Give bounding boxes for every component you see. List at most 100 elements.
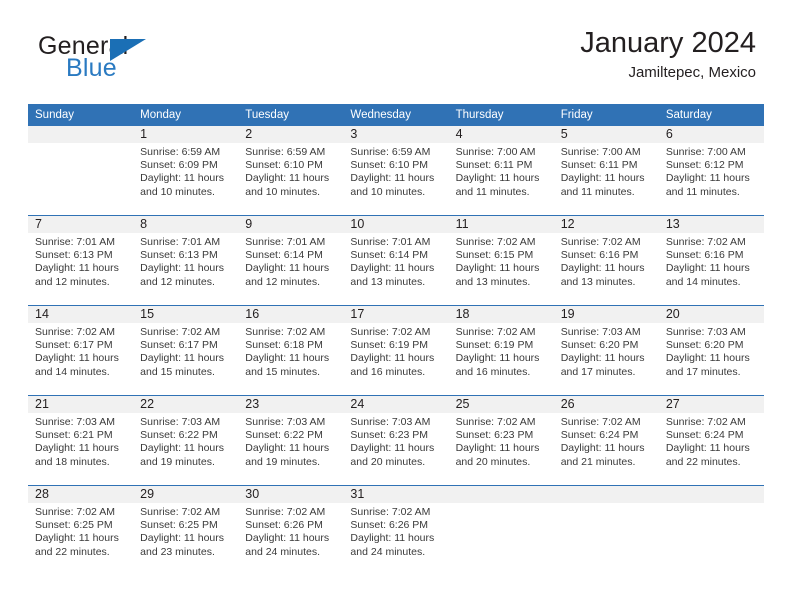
sunrise-text: Sunrise: 7:03 AM — [140, 416, 221, 428]
page-header: General Blue January 2024 Jamiltepec, Me… — [28, 26, 764, 92]
day-details: Sunrise: 6:59 AM Sunset: 6:09 PM Daylight:… — [133, 143, 238, 199]
daylight-text-line1: Daylight: 11 hours — [245, 352, 330, 365]
day-number: 9 — [238, 216, 344, 233]
daylight-text-line2: and 15 minutes. — [140, 365, 215, 378]
daylight-text-line2: and 20 minutes. — [455, 455, 531, 468]
calendar-day-cell[interactable]: 4 Sunrise: 7:00 AM Sunset: 6:11 PM Daylight… — [448, 126, 554, 216]
logo-text-blue: Blue — [66, 54, 117, 82]
calendar-day-cell[interactable]: 24 Sunrise: 7:03 AM Sunset: 6:23 PM Dayligh… — [343, 395, 449, 486]
calendar-day-cell[interactable]: 6 Sunrise: 7:00 AM Sunset: 6:12 PM Daylight… — [658, 126, 764, 216]
weekday-header-sunday: Sunday — [28, 104, 134, 126]
calendar-day-cell[interactable]: 16 Sunrise: 7:02 AM Sunset: 6:18 PM Dayligh… — [238, 305, 344, 396]
calendar-page: General Blue January 2024 Jamiltepec, Me… — [0, 0, 792, 612]
calendar-day-cell[interactable]: 23 Sunrise: 7:03 AM Sunset: 6:22 PM Dayligh… — [238, 395, 344, 486]
day-number: 8 — [133, 216, 239, 233]
sunrise-text: Sunrise: 7:02 AM — [140, 506, 221, 518]
day-cell-inner: 22 Sunrise: 7:03 AM Sunset: 6:22 PM Dayligh… — [133, 396, 239, 485]
daylight-text-line1: Daylight: 11 hours — [665, 172, 750, 185]
calendar-day-cell[interactable]: 25 Sunrise: 7:02 AM Sunset: 6:23 PM Dayligh… — [448, 395, 554, 486]
day-cell-inner: 18 Sunrise: 7:02 AM Sunset: 6:19 PM Dayligh… — [448, 306, 554, 395]
daylight-text-line1: Daylight: 11 hours — [35, 262, 119, 275]
calendar-day-cell[interactable]: 20 Sunrise: 7:03 AM Sunset: 6:20 PM Dayligh… — [658, 305, 764, 396]
calendar-day-cell[interactable]: 3 Sunrise: 6:59 AM Sunset: 6:10 PM Daylight… — [343, 126, 449, 216]
calendar-day-cell[interactable]: 19 Sunrise: 7:03 AM Sunset: 6:20 PM Dayligh… — [553, 305, 659, 396]
sunset-text: Sunset: 6:22 PM — [140, 429, 218, 442]
calendar-day-cell[interactable]: 1 Sunrise: 6:59 AM Sunset: 6:09 PM Daylight… — [133, 126, 239, 216]
calendar-day-cell[interactable]: 30 Sunrise: 7:02 AM Sunset: 6:26 PM Dayligh… — [238, 485, 344, 575]
day-details: Sunrise: 7:02 AM Sunset: 6:18 PM Daylight:… — [238, 323, 343, 379]
sunrise-text: Sunrise: 7:02 AM — [560, 416, 641, 428]
daylight-text-line1: Daylight: 11 hours — [140, 262, 224, 275]
calendar-day-cell[interactable]: 13 Sunrise: 7:02 AM Sunset: 6:16 PM Dayligh… — [658, 215, 764, 306]
sunrise-text: Sunrise: 7:01 AM — [35, 236, 115, 248]
calendar-day-cell[interactable]: 31 Sunrise: 7:02 AM Sunset: 6:26 PM Dayligh… — [343, 485, 449, 575]
day-number: 1 — [133, 126, 239, 143]
sunset-text: Sunset: 6:16 PM — [560, 249, 639, 262]
daylight-text-line1: Daylight: 11 hours — [665, 352, 750, 365]
daylight-text-line2: and 22 minutes. — [665, 455, 741, 468]
sunrise-text: Sunrise: 7:02 AM — [35, 326, 115, 338]
calendar-day-cell[interactable]: 21 Sunrise: 7:03 AM Sunset: 6:21 PM Dayligh… — [28, 395, 134, 486]
calendar-day-cell[interactable]: 29 Sunrise: 7:02 AM Sunset: 6:25 PM Dayligh… — [133, 485, 239, 575]
day-number: 4 — [448, 126, 554, 143]
calendar-day-cell — [28, 126, 134, 216]
sunset-text: Sunset: 6:19 PM — [350, 339, 429, 352]
day-cell-inner: 17 Sunrise: 7:02 AM Sunset: 6:19 PM Dayligh… — [343, 306, 449, 395]
sunrise-text: Sunrise: 6:59 AM — [245, 146, 326, 158]
sunset-text: Sunset: 6:26 PM — [350, 519, 429, 532]
calendar-day-cell[interactable]: 11 Sunrise: 7:02 AM Sunset: 6:15 PM Dayligh… — [448, 215, 554, 306]
day-cell-inner: 7 Sunrise: 7:01 AM Sunset: 6:13 PM Daylight… — [28, 216, 134, 305]
day-details: Sunrise: 7:03 AM Sunset: 6:23 PM Daylight:… — [343, 413, 448, 469]
day-details: Sunrise: 7:02 AM Sunset: 6:25 PM Daylight:… — [28, 503, 133, 559]
sunrise-text: Sunrise: 7:03 AM — [350, 416, 431, 428]
calendar-day-cell[interactable]: 22 Sunrise: 7:03 AM Sunset: 6:22 PM Dayligh… — [133, 395, 239, 486]
weekday-header-monday: Monday — [133, 104, 239, 126]
sunrise-text: Sunrise: 7:02 AM — [455, 236, 536, 248]
daylight-text-line2: and 24 minutes. — [350, 545, 426, 558]
daylight-text-line2: and 12 minutes. — [140, 275, 215, 288]
day-number: 23 — [238, 396, 344, 413]
calendar-day-cell[interactable]: 14 Sunrise: 7:02 AM Sunset: 6:17 PM Dayligh… — [28, 305, 134, 396]
daylight-text-line2: and 17 minutes. — [560, 365, 636, 378]
sunrise-text: Sunrise: 7:03 AM — [35, 416, 115, 428]
sunrise-text: Sunrise: 7:02 AM — [560, 236, 641, 248]
day-number: 12 — [553, 216, 659, 233]
calendar-day-cell[interactable]: 27 Sunrise: 7:02 AM Sunset: 6:24 PM Dayligh… — [658, 395, 764, 486]
sunrise-text: Sunrise: 7:01 AM — [140, 236, 221, 248]
day-number: 7 — [28, 216, 134, 233]
daylight-text-line1: Daylight: 11 hours — [245, 532, 330, 545]
calendar-day-cell[interactable]: 10 Sunrise: 7:01 AM Sunset: 6:14 PM Dayligh… — [343, 215, 449, 306]
weekday-header-tuesday: Tuesday — [238, 104, 344, 126]
title-block: January 2024 Jamiltepec, Mexico — [580, 26, 756, 84]
calendar-day-cell[interactable]: 8 Sunrise: 7:01 AM Sunset: 6:13 PM Daylight… — [133, 215, 239, 306]
page-subtitle: Jamiltepec, Mexico — [628, 64, 756, 81]
day-details: Sunrise: 7:01 AM Sunset: 6:13 PM Daylight:… — [133, 233, 238, 289]
daylight-text-line1: Daylight: 11 hours — [35, 442, 119, 455]
calendar-day-cell[interactable]: 17 Sunrise: 7:02 AM Sunset: 6:19 PM Dayligh… — [343, 305, 449, 396]
day-number: 24 — [343, 396, 449, 413]
day-cell-inner: 21 Sunrise: 7:03 AM Sunset: 6:21 PM Dayligh… — [28, 396, 134, 485]
general-blue-logo[interactable]: General Blue — [38, 32, 258, 90]
day-details: Sunrise: 7:00 AM Sunset: 6:12 PM Daylight:… — [659, 143, 764, 199]
page-title: January 2024 — [580, 27, 756, 59]
day-details: Sunrise: 7:01 AM Sunset: 6:13 PM Daylight:… — [28, 233, 133, 289]
day-cell-inner: 10 Sunrise: 7:01 AM Sunset: 6:14 PM Dayligh… — [343, 216, 449, 305]
calendar-day-cell[interactable]: 9 Sunrise: 7:01 AM Sunset: 6:14 PM Daylight… — [238, 215, 344, 306]
calendar-day-cell[interactable]: 28 Sunrise: 7:02 AM Sunset: 6:25 PM Dayligh… — [28, 485, 134, 575]
sunset-text: Sunset: 6:11 PM — [455, 159, 533, 172]
sunrise-text: Sunrise: 7:03 AM — [665, 326, 746, 338]
calendar-day-cell[interactable]: 5 Sunrise: 7:00 AM Sunset: 6:11 PM Daylight… — [553, 126, 659, 216]
day-number: 5 — [553, 126, 659, 143]
calendar-day-cell[interactable]: 7 Sunrise: 7:01 AM Sunset: 6:13 PM Daylight… — [28, 215, 134, 306]
daylight-text-line1: Daylight: 11 hours — [140, 442, 224, 455]
weekday-header-saturday: Saturday — [658, 104, 764, 126]
calendar-week-row: 7 Sunrise: 7:01 AM Sunset: 6:13 PM Daylight… — [28, 215, 764, 306]
calendar-day-cell[interactable]: 12 Sunrise: 7:02 AM Sunset: 6:16 PM Dayligh… — [553, 215, 659, 306]
day-details: Sunrise: 7:00 AM Sunset: 6:11 PM Daylight:… — [554, 143, 659, 199]
calendar-day-cell[interactable]: 26 Sunrise: 7:02 AM Sunset: 6:24 PM Dayligh… — [553, 395, 659, 486]
day-cell-inner: 3 Sunrise: 6:59 AM Sunset: 6:10 PM Daylight… — [343, 126, 449, 215]
calendar-day-cell[interactable]: 18 Sunrise: 7:02 AM Sunset: 6:19 PM Dayligh… — [448, 305, 554, 396]
calendar-day-cell[interactable]: 15 Sunrise: 7:02 AM Sunset: 6:17 PM Dayligh… — [133, 305, 239, 396]
day-details: Sunrise: 7:02 AM Sunset: 6:24 PM Daylight:… — [659, 413, 764, 469]
calendar-day-cell[interactable]: 2 Sunrise: 6:59 AM Sunset: 6:10 PM Daylight… — [238, 126, 344, 216]
